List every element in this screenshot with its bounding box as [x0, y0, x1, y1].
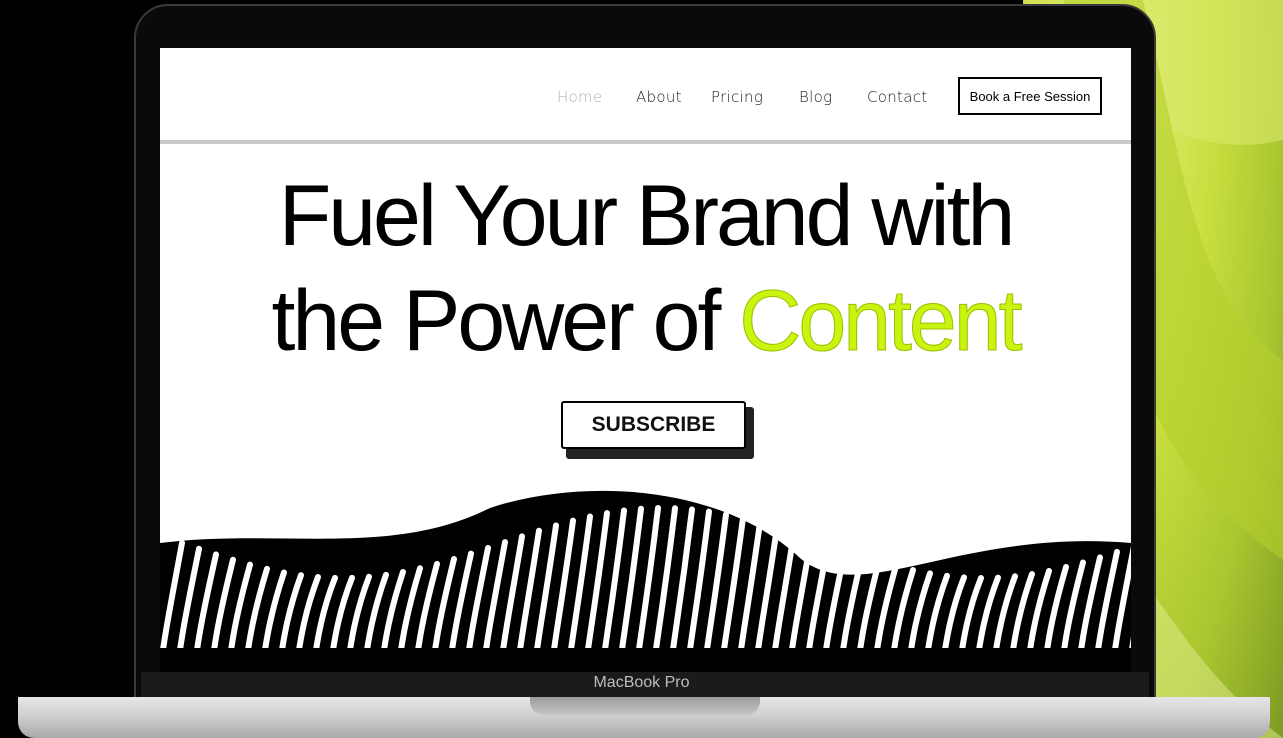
hero-headline-prefix: the Power of: [271, 273, 740, 369]
wave-ground: [160, 490, 1131, 672]
nav-home[interactable]: Home: [557, 88, 603, 106]
nav-blog[interactable]: Blog: [799, 88, 832, 106]
striped-wave-art: [160, 490, 1131, 672]
hero-headline-line2: the Power of Content: [160, 278, 1131, 365]
nav-contact[interactable]: Contact: [867, 88, 927, 106]
top-navigation: Home About Pricing Blog Contact Book a F…: [160, 48, 1131, 144]
laptop-notch: [530, 697, 760, 715]
nav-about[interactable]: About: [636, 88, 682, 106]
website-screen: Home About Pricing Blog Contact Book a F…: [160, 48, 1131, 672]
wave-bottom-band: [160, 648, 1131, 672]
subscribe-button[interactable]: SUBSCRIBE: [561, 401, 746, 449]
hero-headline-accent: Content: [739, 273, 1023, 369]
hero-headline-line1: Fuel Your Brand with: [278, 168, 1016, 264]
macbook-pro-label: MacBook Pro: [593, 674, 690, 691]
nav-pricing[interactable]: Pricing: [711, 88, 763, 106]
book-free-session-button[interactable]: Book a Free Session: [958, 77, 1102, 115]
